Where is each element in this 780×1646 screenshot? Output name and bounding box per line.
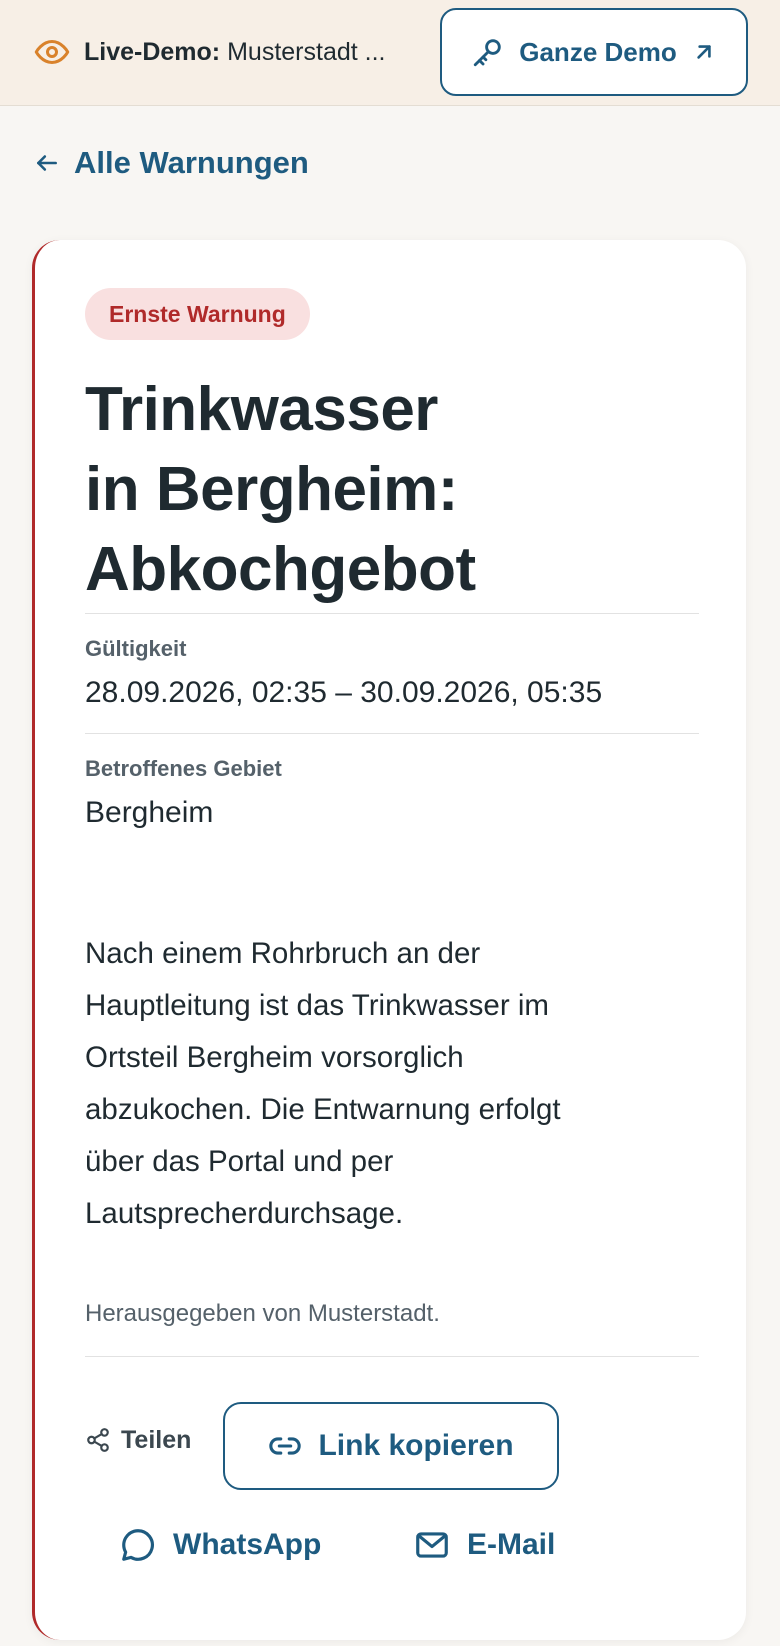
- email-share-button[interactable]: E-Mail: [413, 1520, 555, 1570]
- severity-badge: Ernste Warnung: [85, 288, 310, 340]
- area-label: Betroffenes Gebiet: [85, 756, 282, 781]
- full-demo-button[interactable]: Ganze Demo: [440, 8, 748, 96]
- share-text: Teilen: [121, 1425, 192, 1454]
- copy-link-label: Link kopieren: [318, 1429, 514, 1462]
- divider: [85, 1356, 699, 1357]
- whatsapp-label: WhatsApp: [173, 1528, 322, 1561]
- description-line: abzukochen. Die Entwarnung erfolgt: [85, 1093, 561, 1126]
- full-demo-label: Ganze Demo: [519, 36, 677, 67]
- live-demo-indicator: Live-Demo: Musterstadt ...: [34, 34, 385, 70]
- back-to-warnings-link[interactable]: Alle Warnungen: [34, 140, 309, 186]
- share-icon: [87, 1428, 109, 1452]
- validity-label: Gültigkeit: [85, 636, 187, 661]
- live-demo-label: Live-Demo:: [84, 37, 221, 66]
- description-line: Ortsteil Bergheim vorsorglich: [85, 1041, 464, 1074]
- validity-value: 28.09.2026, 02:35 – 30.09.2026, 05:35: [85, 676, 603, 709]
- area-value: Bergheim: [85, 796, 214, 829]
- description-line: Nach einem Rohrbruch an der: [85, 937, 481, 970]
- description-line: Hauptleitung ist das Trinkwasser im: [85, 989, 549, 1022]
- chat-bubble-icon: [122, 1529, 154, 1561]
- back-link-label: Alle Warnungen: [74, 145, 309, 180]
- whatsapp-share-button[interactable]: WhatsApp: [119, 1520, 321, 1570]
- title-line: Trinkwasser: [85, 375, 438, 444]
- copy-link-button[interactable]: Link kopieren: [223, 1402, 559, 1490]
- divider: [85, 613, 699, 614]
- key-icon: [474, 39, 501, 67]
- divider: [85, 733, 699, 734]
- title-line: Abkochgebot: [85, 535, 476, 604]
- warning-title: Trinkwasser in Bergheim: Abkochgebot: [85, 370, 685, 610]
- description-line: Lautsprecherdurchsage.: [85, 1197, 404, 1230]
- arrow-left-icon: [37, 155, 57, 171]
- share-label: Teilen: [85, 1420, 191, 1460]
- warning-card: Ernste Warnung Trinkwasser in Bergheim: …: [32, 240, 746, 1640]
- email-label: E-Mail: [467, 1528, 556, 1561]
- live-demo-town: Musterstadt ...: [227, 37, 386, 66]
- description-line: über das Portal und per: [85, 1145, 394, 1178]
- link-icon: [269, 1437, 302, 1455]
- arrow-up-right-icon: [697, 45, 711, 59]
- issued-by: Herausgegeben von Musterstadt.: [85, 1300, 440, 1327]
- mail-icon: [416, 1532, 448, 1558]
- demo-bar: Live-Demo: Musterstadt ... Ganze Demo: [0, 0, 780, 106]
- warning-description: Nach einem Rohrbruch an der Hauptleitung…: [85, 928, 699, 1240]
- title-line: in Bergheim:: [85, 455, 458, 524]
- eye-icon: [34, 40, 70, 64]
